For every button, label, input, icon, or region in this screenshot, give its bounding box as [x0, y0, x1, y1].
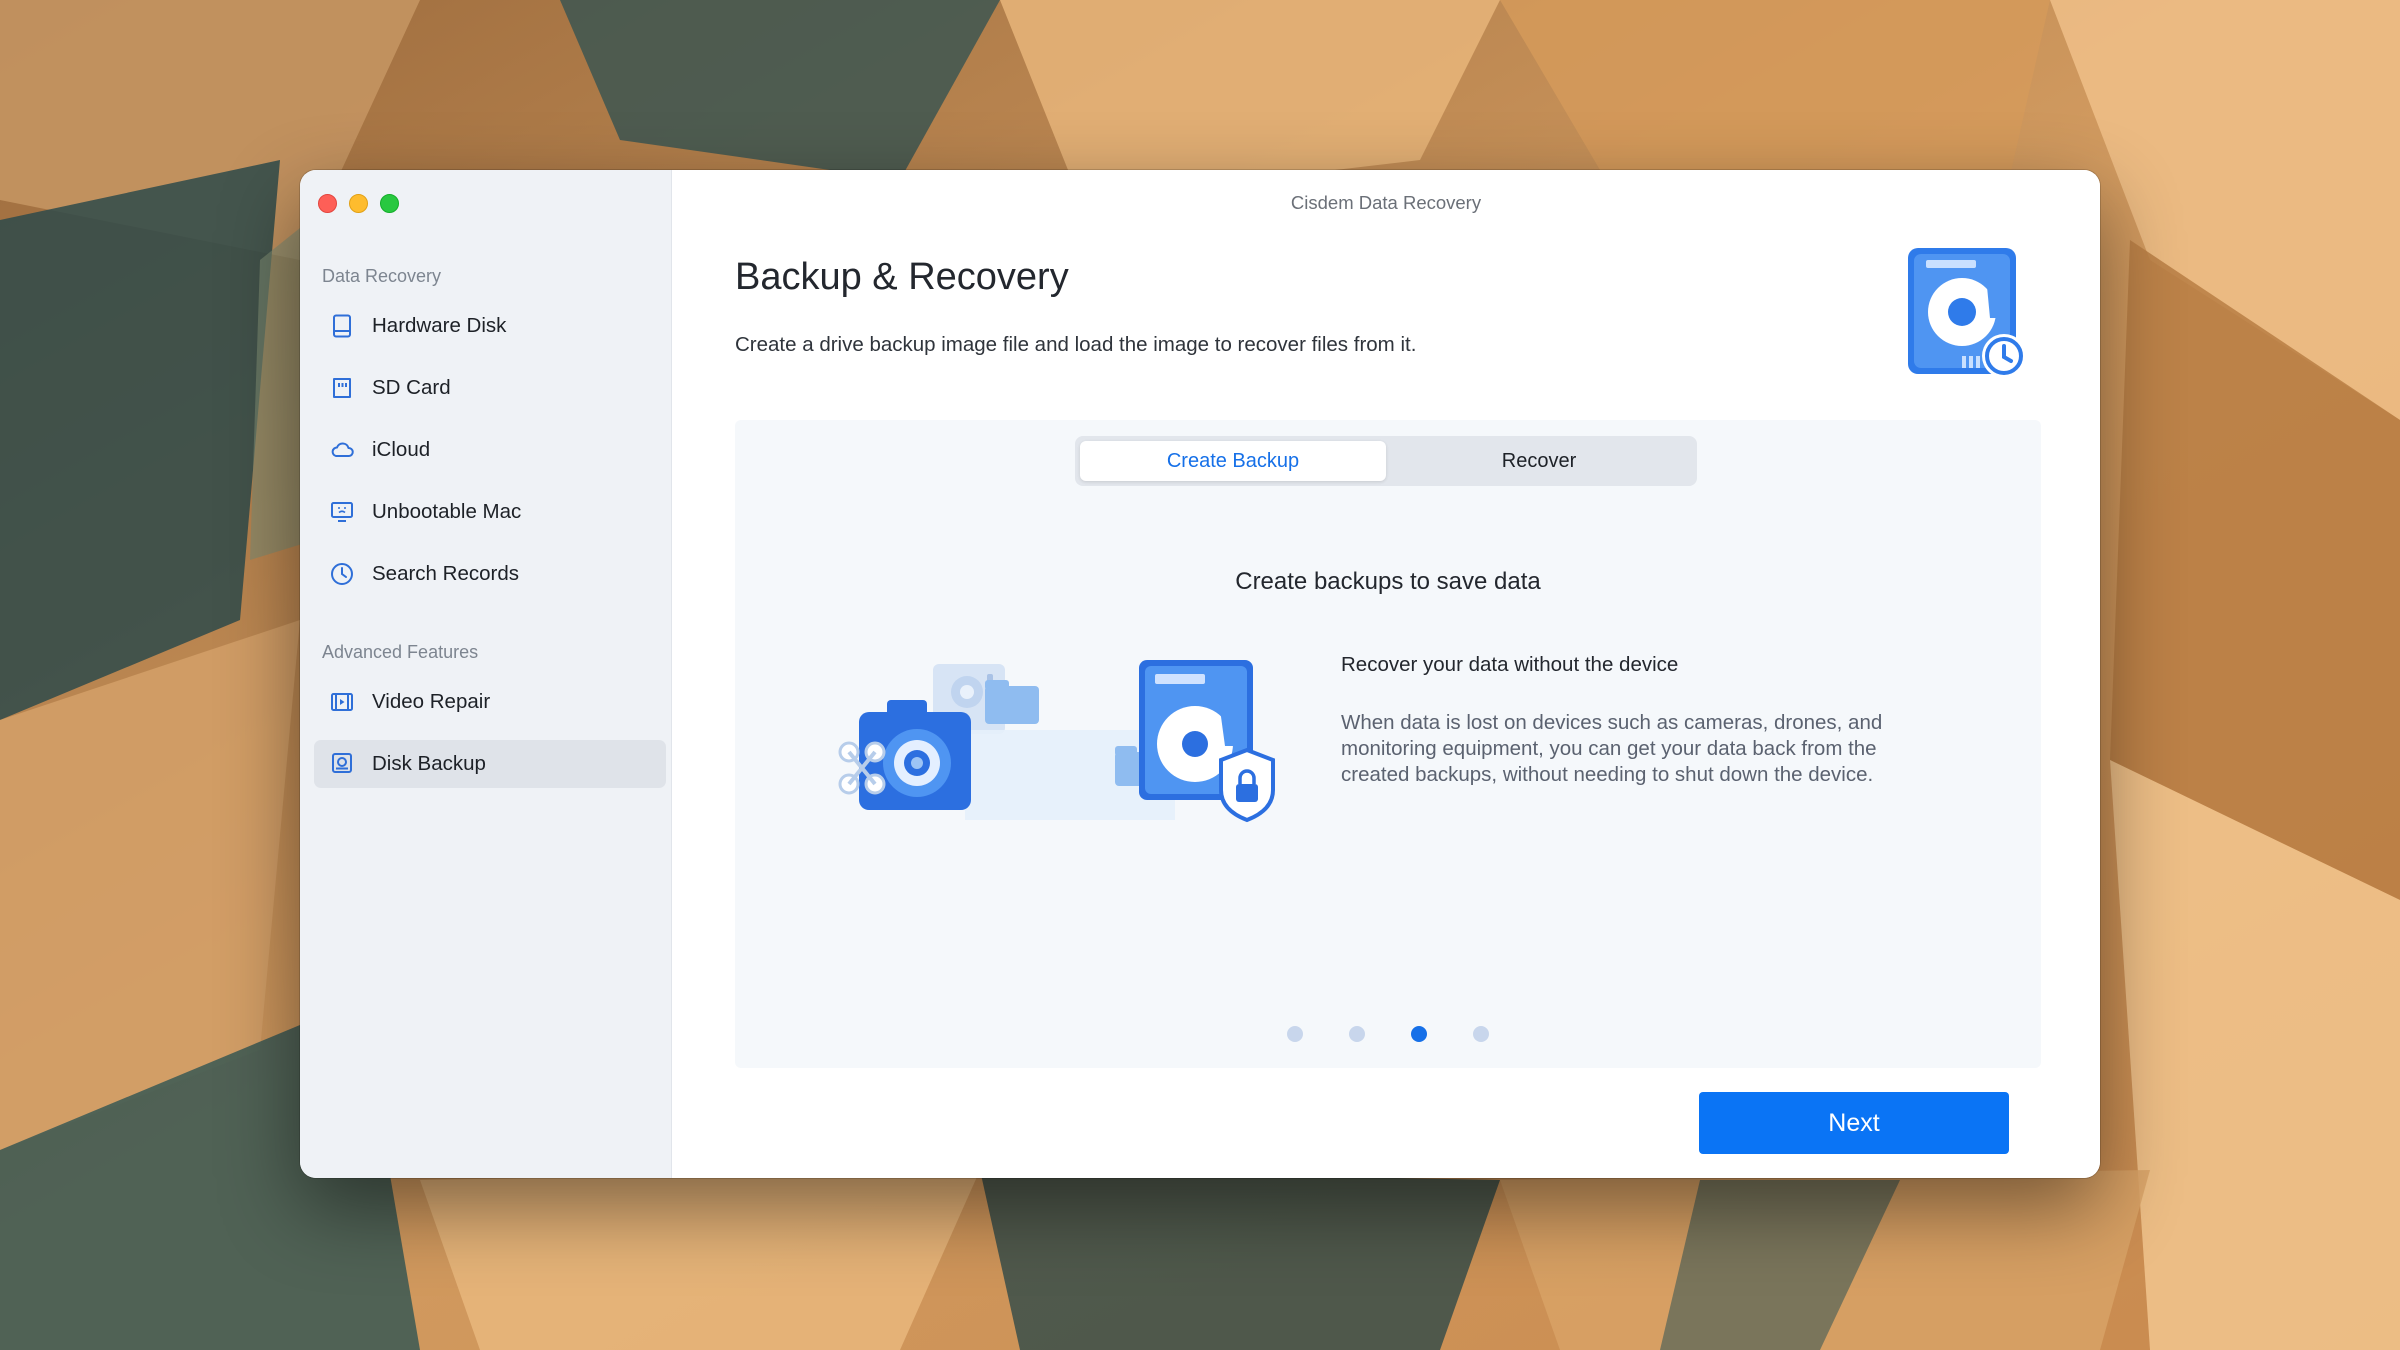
tab-recover[interactable]: Recover [1386, 441, 1692, 481]
sidebar-item-label: Disk Backup [372, 752, 486, 775]
window-title: Cisdem Data Recovery [1290, 192, 1482, 213]
nav-advanced-features: Video Repair Disk Backup [314, 678, 666, 802]
sidebar-item-hardware-disk[interactable]: Hardware Disk [314, 302, 666, 350]
sidebar-item-disk-backup[interactable]: Disk Backup [314, 740, 666, 788]
sidebar-item-label: Search Records [372, 562, 519, 585]
sidebar-item-sd-card[interactable]: SD Card [314, 364, 666, 412]
tab-create-backup[interactable]: Create Backup [1080, 441, 1386, 481]
sidebar-item-label: Unbootable Mac [372, 500, 522, 523]
carousel-dot-3[interactable] [1411, 1026, 1427, 1042]
sidebar-item-unbootable-mac[interactable]: Unbootable Mac [314, 488, 666, 536]
slide-description: When data is lost on devices such as cam… [1341, 711, 1883, 786]
sd-card-icon [328, 374, 356, 402]
film-icon [328, 688, 356, 716]
minimize-window-button[interactable] [349, 194, 368, 213]
carousel-pagination [735, 1026, 2041, 1042]
disk-backup-icon [328, 750, 356, 778]
disk-backup-app-icon [1902, 246, 2032, 387]
carousel-dot-4[interactable] [1473, 1026, 1489, 1042]
sidebar-item-label: Video Repair [372, 690, 491, 713]
slide-title: Create backups to save data [1235, 568, 1541, 595]
close-window-button[interactable] [318, 194, 337, 213]
page-subtitle: Create a drive backup image file and loa… [735, 333, 1417, 356]
carousel-dot-1[interactable] [1287, 1026, 1303, 1042]
page-title: Backup & Recovery [735, 256, 1069, 298]
backup-panel: Create Backup Recover Create backups to … [735, 420, 2041, 1068]
cloud-icon [328, 436, 356, 464]
nav-data-recovery: Hardware Disk SD Card iCloud Unbootable … [314, 302, 666, 612]
section-title-advanced-features: Advanced Features [322, 642, 479, 662]
section-title-data-recovery: Data Recovery [322, 266, 442, 286]
carousel-dot-2[interactable] [1349, 1026, 1365, 1042]
sidebar-item-search-records[interactable]: Search Records [314, 550, 666, 598]
sidebar-item-label: iCloud [372, 438, 431, 461]
sidebar-item-icloud[interactable]: iCloud [314, 426, 666, 474]
app-window: Data Recovery Hardware Disk SD Card iClo… [300, 170, 2100, 1178]
monitor-icon [328, 498, 356, 526]
slide-heading: Recover your data without the device [1341, 653, 1679, 676]
mode-tabs: Create Backup Recover [1075, 436, 1697, 486]
window-controls [318, 194, 399, 213]
sidebar-item-video-repair[interactable]: Video Repair [314, 678, 666, 726]
maximize-window-button[interactable] [380, 194, 399, 213]
backup-illustration [835, 660, 1295, 845]
sidebar-item-label: Hardware Disk [372, 314, 507, 337]
main-content: Cisdem Data Recovery Backup & Recovery C… [672, 170, 2100, 1178]
clock-icon [328, 560, 356, 588]
sidebar-item-label: SD Card [372, 376, 451, 399]
sidebar: Data Recovery Hardware Disk SD Card iClo… [300, 170, 672, 1178]
hard-disk-icon [328, 312, 356, 340]
next-button[interactable]: Next [1699, 1092, 2009, 1154]
